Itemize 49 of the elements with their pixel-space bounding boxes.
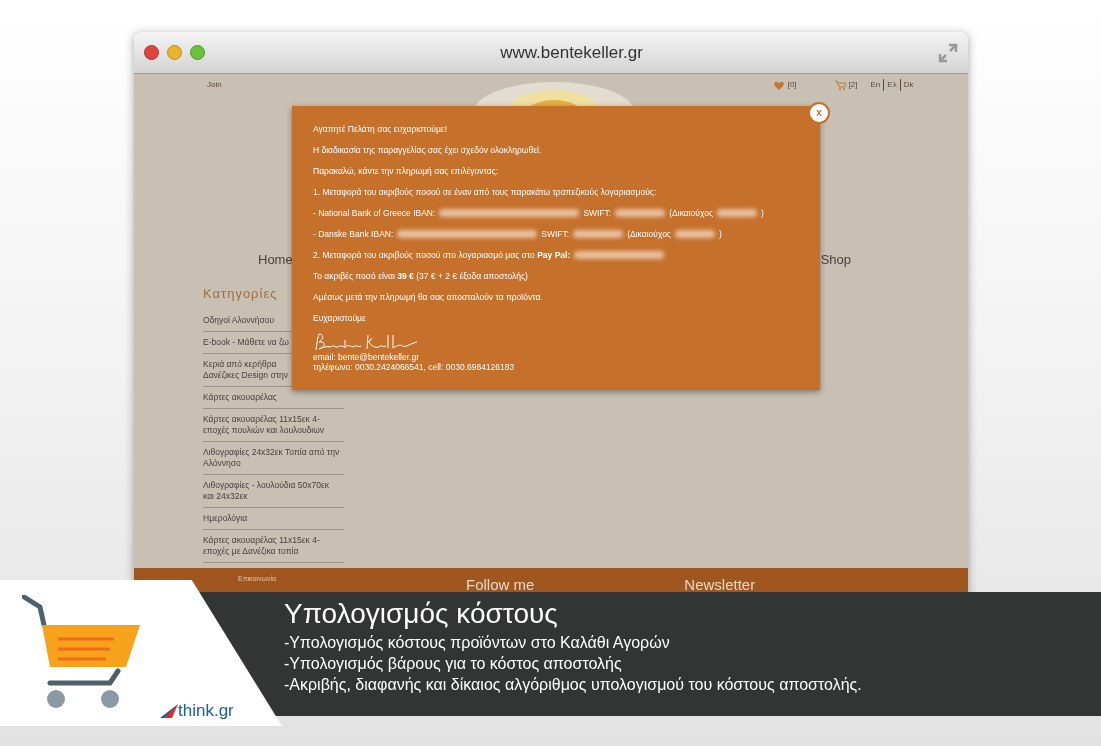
beneficiary-label: (Δικαιούχος: [627, 229, 671, 239]
redacted-text: [615, 209, 666, 217]
redacted-text: [573, 230, 624, 238]
category-link[interactable]: Κάρτες ακουαρέλας 11x15εκ 4- εποχές με Δανέζικα τοπία: [203, 529, 344, 563]
category-link[interactable]: Λιθογραφίες 24x32εκ Τοπία από την Αλόννησο: [203, 441, 344, 475]
category-link[interactable]: Λιθογραφίες - λουλούδια 50x70εκ και 24x32εκ: [203, 474, 344, 508]
join-link[interactable]: Join: [207, 79, 222, 91]
footer-heading: Follow me: [466, 575, 535, 595]
bank-label: - National Bank of Greece IBAN:: [313, 208, 436, 218]
category-link[interactable]: Κάρτες ακουαρέλας 11x15εκ 4- εποχές πουλιών και λουλουδιων: [203, 408, 344, 442]
swift-label: SWIFT:: [583, 208, 612, 218]
beneficiary-label: (Δικαιούχος: [669, 208, 713, 218]
logo-swoosh-icon: [160, 704, 178, 718]
logo-text: think.gr: [178, 702, 234, 720]
modal-text: Το ακριβές ποσό είναι 39 € (37 € + 2 € έξοδα αποστολής): [313, 271, 529, 281]
language-link[interactable]: Dk: [899, 79, 914, 91]
modal-text: Αγαπητέ Πελάτη σας ευχαριστούμε!: [313, 124, 449, 134]
redacted-text: [717, 209, 757, 217]
wishlist-count: [0]: [787, 79, 797, 91]
window-title: www.bentekeller.gr: [499, 41, 644, 64]
modal-text: Αμέσως μετά την πληρωμή θα σας αποσταλούν τα προϊόντα.: [313, 292, 544, 302]
modal-text: Παρακαλώ, κάντε την πληρωμή σας επιλέγοντας:: [313, 166, 500, 176]
nav-link[interactable]: Home: [258, 250, 293, 270]
fullscreen-icon[interactable]: [938, 42, 958, 63]
banner-title: Υπολογισμός κόστους: [284, 597, 559, 631]
modal-text: Η διαδικασία της παραγγελίας σας έχει σχεδόν ολοκληρωθεί.: [313, 145, 543, 155]
nav-link[interactable]: Shop: [820, 250, 852, 270]
modal-text: 1. Μεταφορά του ακριβούς ποσού σε έναν από τους παρακάτω τραπεζικούς λογαριασμούς:: [313, 187, 658, 197]
maximize-button[interactable]: [190, 45, 205, 60]
modal-text: 2. Μεταφορά του ακριβούς ποσού στο λογαριασμό μας στο Pay Pal:: [313, 250, 571, 260]
cart-icon[interactable]: [834, 80, 846, 90]
sidebar-title: Κατηγορίες: [203, 285, 278, 303]
language-link[interactable]: En: [870, 79, 881, 91]
footer-heading: Newsletter: [684, 575, 756, 595]
feature-line: -Ακριβής, διαφανής και δίκαιος αλγόριθμος υπολογισμού του κόστους αποστολής.: [284, 675, 863, 695]
close-button[interactable]: x: [808, 102, 830, 124]
heart-icon[interactable]: [773, 80, 784, 90]
close-window-button[interactable]: [144, 45, 159, 60]
feature-line: -Υπολογισμός κόστους προϊόντων στο Καλάθι Αγορών: [284, 633, 671, 653]
category-link[interactable]: Ημερολόγια: [203, 507, 344, 530]
minimize-button[interactable]: [167, 45, 182, 60]
redacted-text: [674, 230, 715, 238]
cart-count: [2]: [848, 79, 858, 91]
bank-label: - Danske Bank IBAN:: [313, 229, 394, 239]
closing-parenthesis: ): [761, 208, 764, 218]
swift-label: SWIFT:: [541, 229, 570, 239]
closing-parenthesis: ): [718, 229, 722, 239]
feature-line: -Υπολογισμός βάρους για το κόστος αποστολής: [284, 654, 623, 674]
language-link[interactable]: Ελ: [883, 79, 897, 91]
